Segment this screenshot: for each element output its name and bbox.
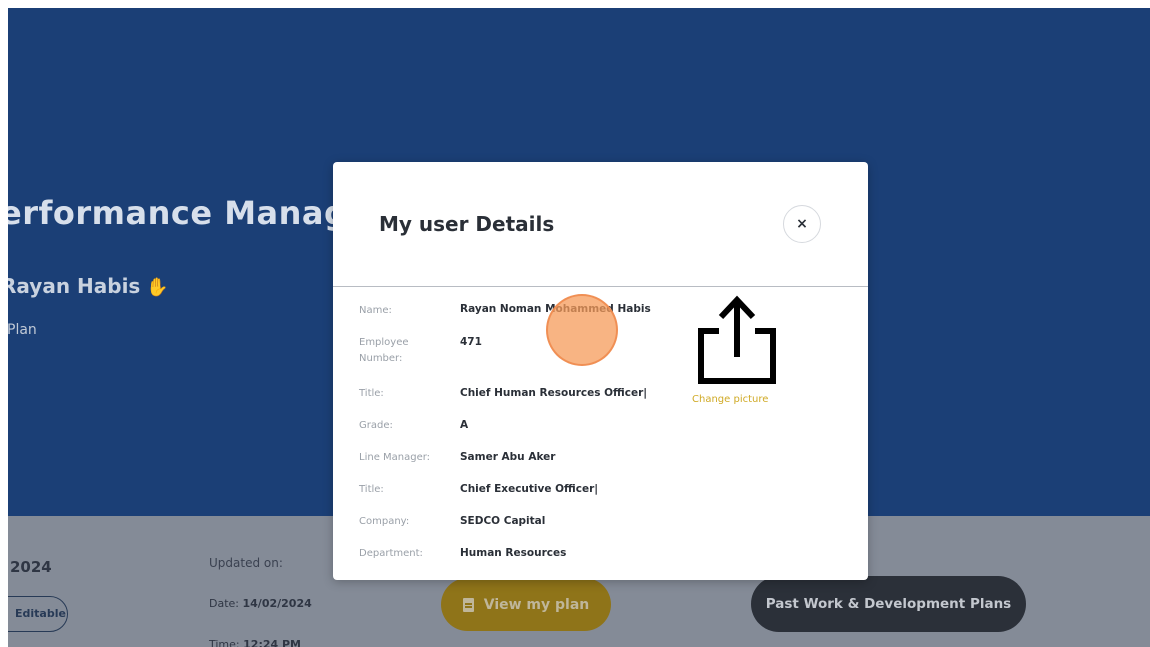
detail-label-department: Department: [359,548,423,559]
detail-value-title: Chief Human Resources Officer| [460,387,648,399]
detail-label-employee-number: Employee Number: [359,337,409,364]
view-my-plan-label: View my plan [483,596,590,613]
modal-divider [333,286,868,287]
detail-label-grade: Grade: [359,420,393,431]
date-label: Date: [209,597,239,610]
status-badge: Editable [8,596,68,632]
detail-label-title: Title: [359,388,384,399]
detail-value-company: SEDCO Capital [460,515,546,527]
time-label: Time: [209,638,240,647]
user-greeting: Rayan Habis ✋ [8,274,169,298]
detail-label-manager-title: Title: [359,484,384,495]
detail-label-name: Name: [359,305,392,316]
close-icon: × [796,216,808,232]
modal-title: My user Details [379,212,555,236]
detail-label-line-manager: Line Manager: [359,452,431,463]
updated-on-label: Updated on: [209,556,283,570]
detail-value-department: Human Resources [460,547,567,559]
updated-date: Date: 14/02/2024 [209,597,312,610]
past-plans-button[interactable]: Past Work & Development Plans [751,576,1026,632]
document-icon [462,597,474,612]
detail-label-company: Company: [359,516,410,527]
screen: erformance Manag Rayan Habis ✋ Plan 2024 … [0,0,1150,647]
cursor-highlight [546,294,618,366]
time-value: 12:24 PM [243,638,301,647]
detail-value-manager-title: Chief Executive Officer| [460,483,599,495]
date-value: 14/02/2024 [242,597,312,610]
user-greeting-name: Rayan Habis [8,274,141,298]
page-subtitle: Plan [8,322,37,338]
updated-time: Time: 12:24 PM [209,638,301,647]
change-picture-link[interactable]: Change picture [692,394,768,405]
user-details-modal: My user Details × Name: Rayan Noman Moha… [333,162,868,580]
plan-year: 2024 [10,558,52,576]
waving-hand-icon: ✋ [146,277,169,298]
upload-icon[interactable] [697,295,777,385]
detail-value-employee-number: 471 [460,336,482,348]
detail-value-line-manager: Samer Abu Aker [460,451,556,463]
page-title: erformance Manag [8,194,348,232]
view-my-plan-button[interactable]: View my plan [441,578,611,631]
detail-value-grade: A [460,419,469,431]
close-button[interactable]: × [783,205,821,243]
